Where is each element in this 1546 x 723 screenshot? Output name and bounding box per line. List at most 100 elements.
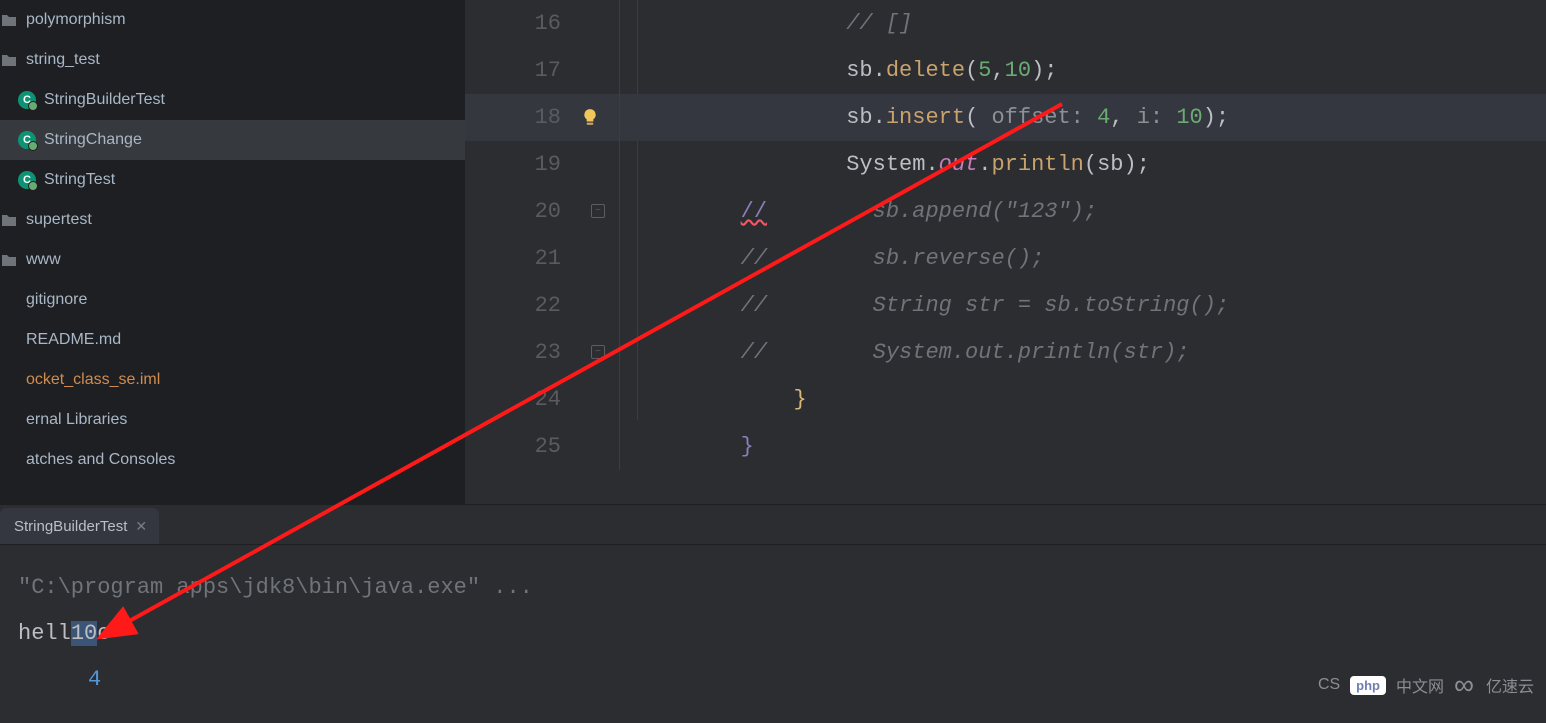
code-token: out <box>939 152 979 177</box>
code-token: sb.append("123"); <box>767 199 1097 224</box>
sidebar-item-stringbuildertest[interactable]: StringBuilderTest <box>0 80 465 120</box>
code-token: 4 <box>1097 105 1110 130</box>
line-number: 16 <box>465 0 561 47</box>
line-gutter: 16171819202122232425 <box>465 0 585 504</box>
console-output[interactable]: "C:\program apps\jdk8\bin\java.exe" ... … <box>0 545 1546 723</box>
code-token: println <box>991 152 1083 177</box>
code-token: sb. <box>846 105 886 130</box>
folder-icon <box>0 51 18 69</box>
code-line[interactable]: } <box>635 423 1546 470</box>
code-token: . <box>978 152 991 177</box>
code-token: , <box>1110 105 1136 130</box>
code-token: 5 <box>978 58 991 83</box>
line-number: 19 <box>465 141 561 188</box>
sidebar-item-string-test[interactable]: string_test <box>0 40 465 80</box>
sidebar-item-label: gitignore <box>26 291 87 309</box>
line-number: 23 <box>465 329 561 376</box>
code-token: // System.out.println(str); <box>741 340 1190 365</box>
code-line[interactable]: } <box>635 376 1546 423</box>
code-token: ); <box>1031 58 1057 83</box>
code-token: i: <box>1137 105 1177 130</box>
line-number: 25 <box>465 423 561 470</box>
code-line[interactable]: System.out.println(sb); <box>635 141 1546 188</box>
code-line[interactable]: // sb.append("123"); <box>635 188 1546 235</box>
sidebar-item-label: polymorphism <box>26 11 126 29</box>
sidebar-item-ocket-class-se-iml[interactable]: ocket_class_se.iml <box>0 360 465 400</box>
class-icon <box>18 91 36 109</box>
fold-marker[interactable]: − <box>591 204 605 218</box>
code-area[interactable]: // [] sb.delete(5,10); sb.insert( offset… <box>635 0 1546 504</box>
code-token: // String str = sb.toString(); <box>741 293 1229 318</box>
line-number: 21 <box>465 235 561 282</box>
sidebar-item-www[interactable]: www <box>0 240 465 280</box>
sidebar-item-label: www <box>26 251 61 269</box>
output-post: o <box>97 621 110 646</box>
console-tab[interactable]: StringBuilderTest ✕ <box>0 508 159 544</box>
sidebar-item-label: ernal Libraries <box>26 411 127 429</box>
code-line[interactable]: // String str = sb.toString(); <box>635 282 1546 329</box>
sidebar-item-polymorphism[interactable]: polymorphism <box>0 0 465 40</box>
sidebar-item-gitignore[interactable]: gitignore <box>0 280 465 320</box>
code-token: 10 <box>1005 58 1031 83</box>
sidebar-item-atches-and-consoles[interactable]: atches and Consoles <box>0 440 465 480</box>
code-token: sb. <box>846 58 886 83</box>
console-caret-indicator: 4 <box>18 657 1528 703</box>
class-icon <box>18 131 36 149</box>
code-token: // sb.reverse(); <box>741 246 1045 271</box>
code-token: offset: <box>991 105 1097 130</box>
sidebar-item-readme-md[interactable]: README.md <box>0 320 465 360</box>
sidebar-item-label: ocket_class_se.iml <box>26 371 160 389</box>
console-panel: StringBuilderTest ✕ "C:\program apps\jdk… <box>0 504 1546 707</box>
console-tabs: StringBuilderTest ✕ <box>0 505 1546 545</box>
lightbulb-icon[interactable] <box>579 106 601 128</box>
code-token: (sb); <box>1084 152 1150 177</box>
watermark-cs: CS <box>1318 676 1340 694</box>
sidebar-item-label: README.md <box>26 331 121 349</box>
fold-column: −− <box>585 0 635 504</box>
code-token: , <box>991 58 1004 83</box>
console-tab-label: StringBuilderTest <box>14 518 127 535</box>
code-token: delete <box>886 58 965 83</box>
fold-marker[interactable]: − <box>591 345 605 359</box>
watermark-brand: 亿速云 <box>1486 673 1534 697</box>
code-token: insert <box>886 105 965 130</box>
folder-icon <box>0 211 18 229</box>
code-token: } <box>741 434 754 459</box>
output-selection: 10 <box>71 621 97 646</box>
sidebar-item-supertest[interactable]: supertest <box>0 200 465 240</box>
code-line[interactable]: // System.out.println(str); <box>635 329 1546 376</box>
project-sidebar[interactable]: polymorphism string_test StringBuilderTest… <box>0 0 465 504</box>
sidebar-item-label: supertest <box>26 211 92 229</box>
code-token: ); <box>1203 105 1229 130</box>
console-cmd-path: "C:\program apps\jdk8\bin\java.exe" ... <box>18 565 1528 611</box>
code-token: 10 <box>1176 105 1202 130</box>
watermark-cn: 中文网 <box>1396 673 1444 697</box>
code-token: // <box>741 199 767 224</box>
line-number: 20 <box>465 188 561 235</box>
line-number: 18 <box>465 94 561 141</box>
code-editor[interactable]: 16171819202122232425 −− // [] sb.delete(… <box>465 0 1546 504</box>
line-number: 24 <box>465 376 561 423</box>
watermark-php: php <box>1350 676 1386 695</box>
caret-num: 4 <box>88 667 101 692</box>
class-icon <box>18 171 36 189</box>
code-line[interactable]: // sb.reverse(); <box>635 235 1546 282</box>
sidebar-item-stringtest[interactable]: StringTest <box>0 160 465 200</box>
code-line[interactable]: sb.insert( offset: 4, i: 10); <box>635 94 1546 141</box>
sidebar-item-label: StringBuilderTest <box>44 91 165 109</box>
sidebar-item-label: string_test <box>26 51 100 69</box>
console-output-line: hell10o <box>18 611 1528 657</box>
sidebar-item-label: atches and Consoles <box>26 451 175 469</box>
code-token: ( <box>965 105 991 130</box>
sidebar-item-ernal-libraries[interactable]: ernal Libraries <box>0 400 465 440</box>
code-token: // [] <box>846 11 912 36</box>
folder-icon <box>0 11 18 29</box>
infinity-icon <box>1454 669 1476 701</box>
sidebar-item-label: StringTest <box>44 171 115 189</box>
sidebar-item-stringchange[interactable]: StringChange <box>0 120 465 160</box>
folder-icon <box>0 251 18 269</box>
close-icon[interactable]: ✕ <box>135 518 147 535</box>
line-number: 17 <box>465 47 561 94</box>
code-line[interactable]: sb.delete(5,10); <box>635 47 1546 94</box>
code-line[interactable]: // [] <box>635 0 1546 47</box>
